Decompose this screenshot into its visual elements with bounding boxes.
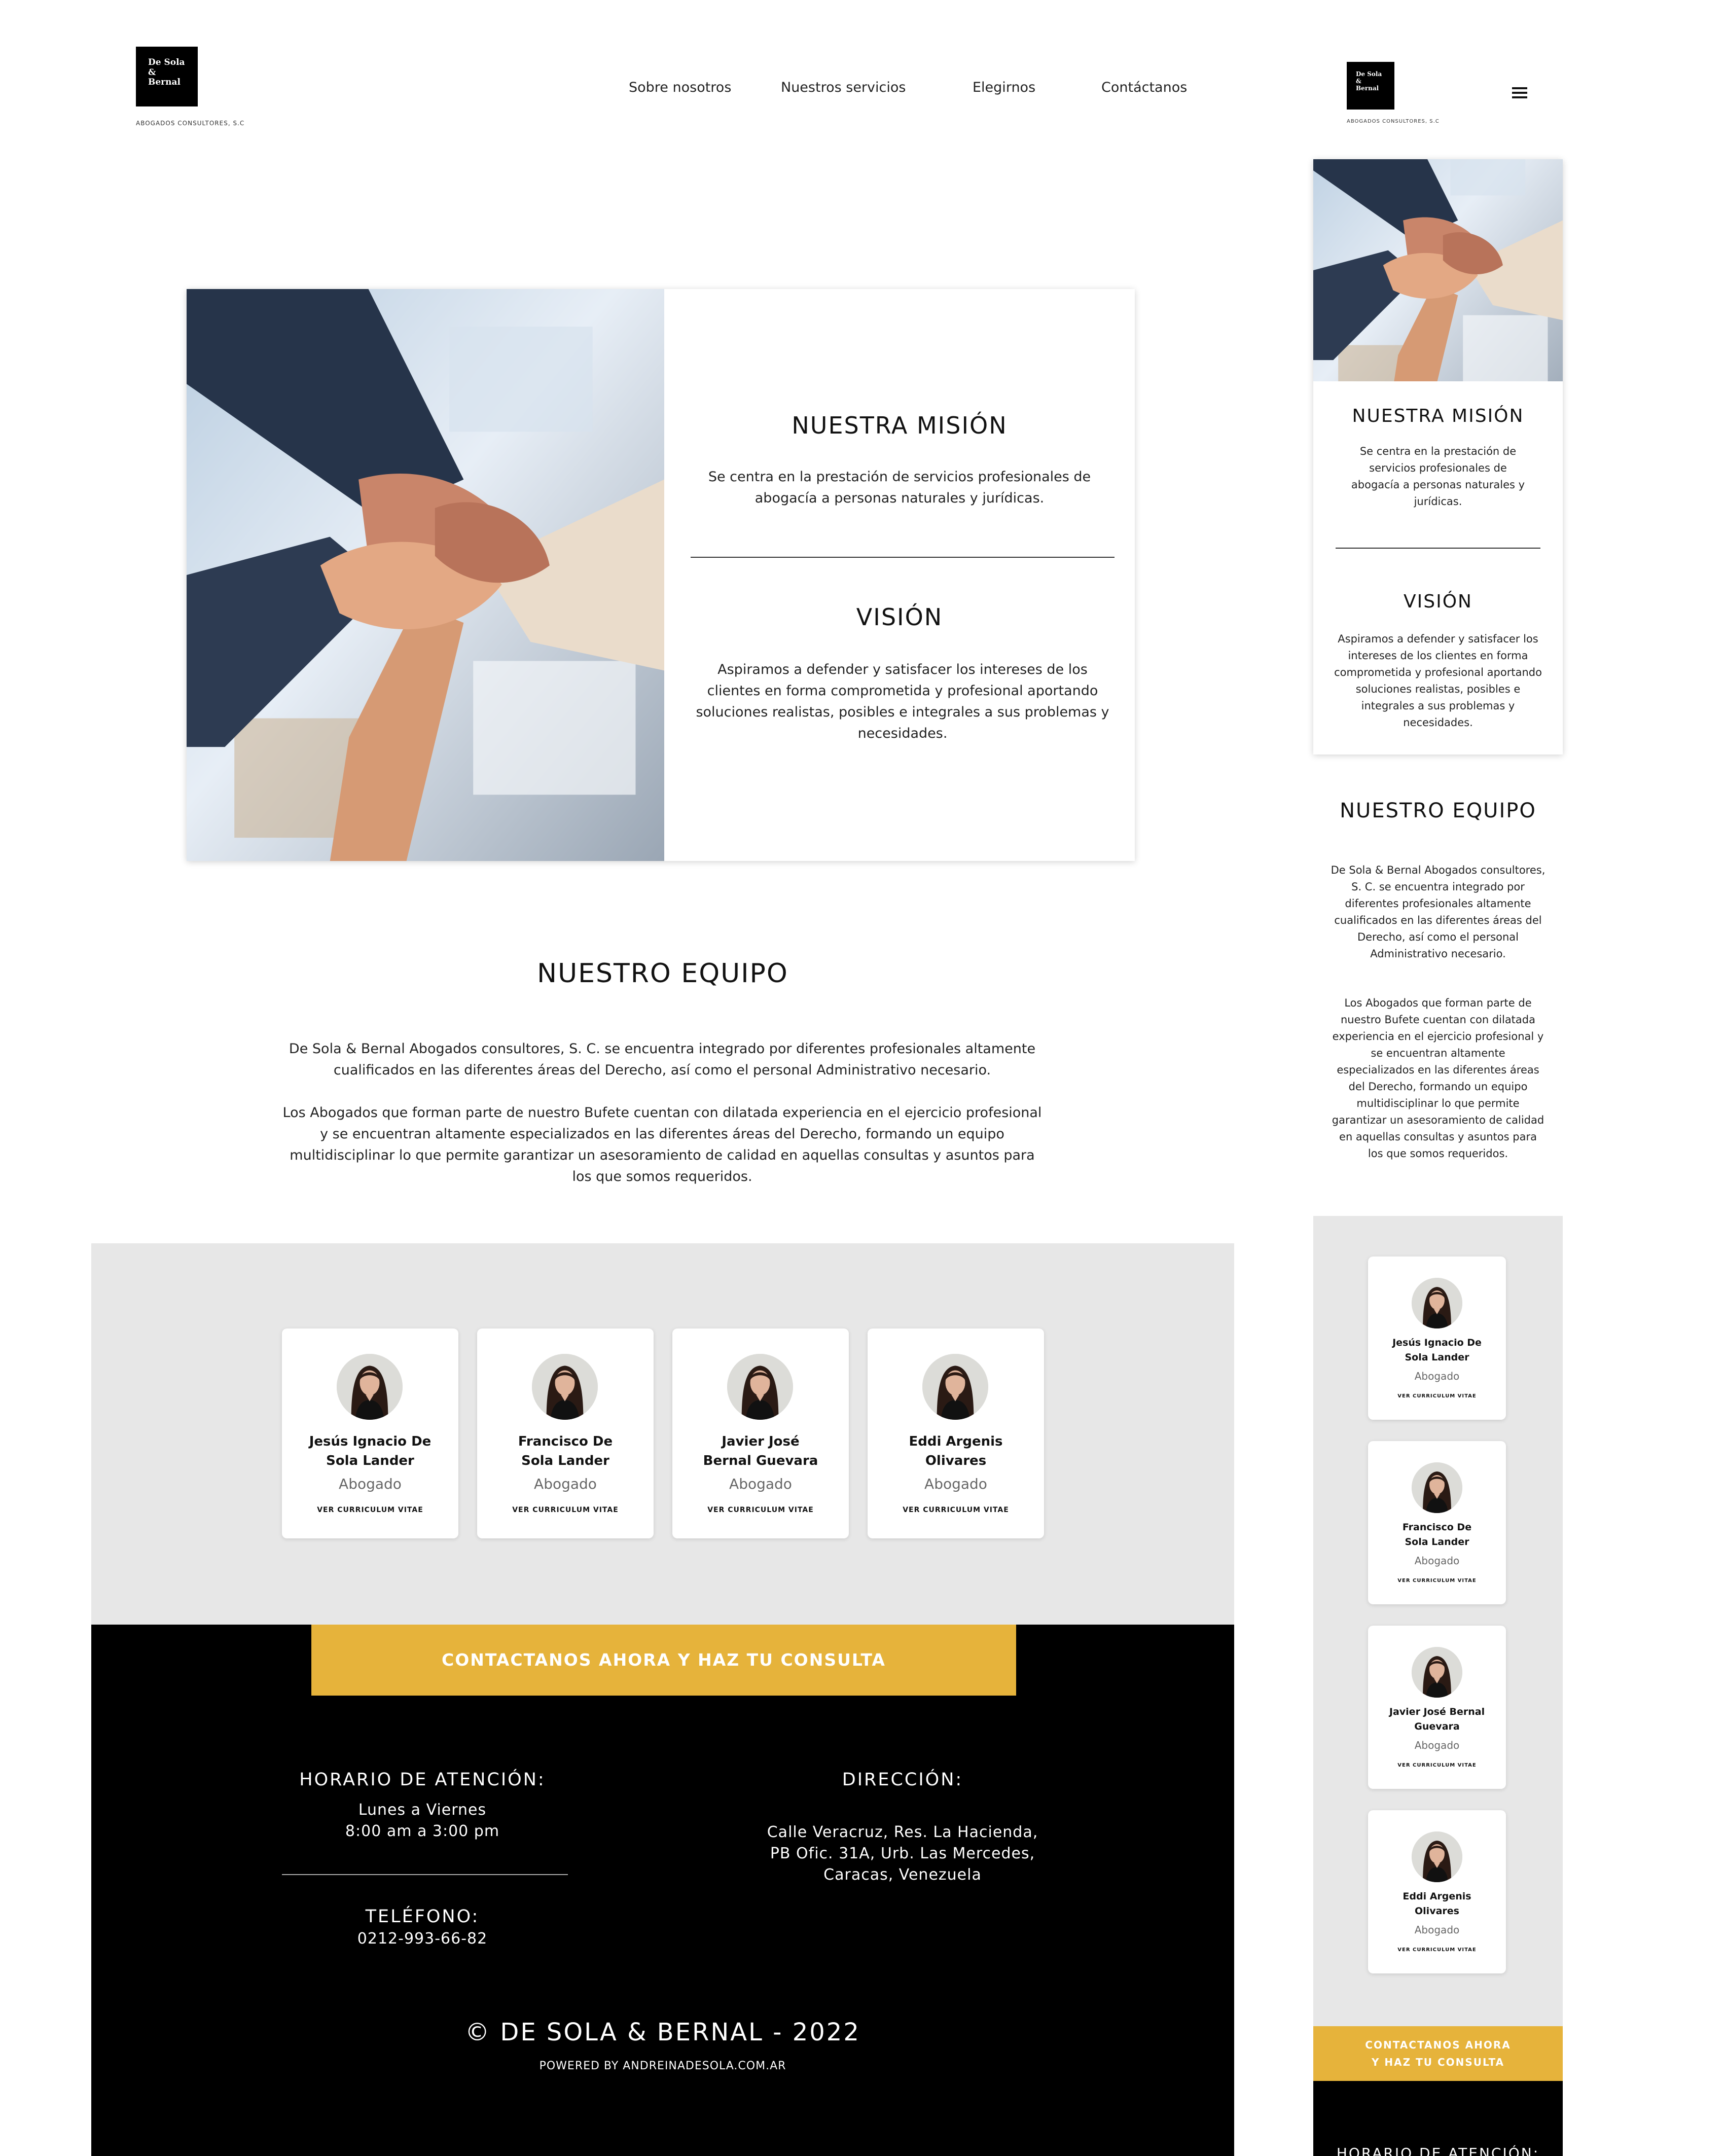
member-card: Jesús Ignacio De Sola Lander Abogado VER… [282,1328,458,1538]
phone-number: 0212-993-66-82 [357,1930,488,1948]
mobile-cta-line-2: Y HAZ TU CONSULTA [1371,2056,1505,2068]
view-cv-link[interactable]: VER CURRICULUM VITAE [282,1506,458,1514]
member-role: Abogado [1414,1924,1460,1936]
member-name: Francisco De Sola Lander [1402,1522,1472,1548]
member-avatar [922,1354,988,1420]
footer-divider [282,1874,568,1875]
member-name: Jesús Ignacio De Sola Lander [1392,1337,1482,1363]
mobile-logo[interactable]: De Sola & Bernal [1347,62,1394,110]
member-name: Eddi Argenis Olivares [909,1434,1003,1468]
logo-line-3: Bernal [1356,84,1379,92]
nav-contactanos[interactable]: Contáctanos [1101,80,1187,95]
address-line-3: Caracas, Venezuela [823,1866,982,1884]
phone-title: TELÉFONO: [365,1907,480,1927]
nav-elegirnos[interactable]: Elegirnos [973,80,1035,95]
member-role: Abogado [924,1476,987,1492]
mobile-mission-card: NUESTRA MISIÓN Se centra en la prestació… [1313,159,1563,754]
mission-title: NUESTRA MISIÓN [792,412,1008,439]
nav-sobre-nosotros[interactable]: Sobre nosotros [629,80,731,95]
desktop-footer [91,1625,1234,2156]
copyright: © DE SOLA & BERNAL - 2022 [465,2018,860,2046]
view-cv-link[interactable]: VER CURRICULUM VITAE [1368,1393,1506,1399]
teamwork-hands-photo [187,289,664,861]
member-avatar [1412,1278,1462,1328]
mobile-member-card: Eddi Argenis Olivares Abogado VER CURRIC… [1368,1810,1506,1973]
member-avatar [1412,1647,1462,1698]
member-avatar [532,1354,598,1420]
mobile-teamwork-photo [1313,159,1563,381]
mobile-footer: HORARIO DE ATENCIÓN: [1313,2081,1563,2156]
hours-time: 8:00 am a 3:00 pm [345,1822,500,1840]
mobile-team-paragraph-2: Los Abogados que forman parte de nuestro… [1332,997,1544,1160]
powered-by-link[interactable]: POWERED BY ANDREINADESOLA.COM.AR [91,2060,1234,2072]
mobile-member-card: Francisco De Sola Lander Abogado VER CUR… [1368,1441,1506,1604]
mobile-member-card: Javier José Bernal Guevara Abogado VER C… [1368,1626,1506,1789]
member-role: Abogado [1414,1370,1460,1382]
logo-line-2: & [1356,77,1361,85]
member-avatar [1412,1831,1462,1882]
desktop-logo[interactable]: De Sola & Bernal [136,47,198,106]
mobile-vision-title: VISIÓN [1404,591,1472,612]
member-role: Abogado [534,1476,597,1492]
view-cv-link[interactable]: VER CURRICULUM VITAE [868,1506,1044,1514]
mission-divider [691,557,1115,558]
logo-tagline: ABOGADOS CONSULTORES, S.C [136,120,245,127]
view-cv-link[interactable]: VER CURRICULUM VITAE [1368,1947,1506,1953]
mobile-cta-line-1: CONTACTANOS AHORA [1365,2039,1511,2051]
mobile-member-card: Jesús Ignacio De Sola Lander Abogado VER… [1368,1256,1506,1420]
address-line-2: PB Ofic. 31A, Urb. Las Mercedes, [770,1845,1035,1862]
member-avatar [337,1354,403,1420]
vision-title: VISIÓN [856,603,943,631]
member-role: Abogado [729,1476,792,1492]
mobile-team-paragraph-1: De Sola & Bernal Abogados consultores, S… [1331,864,1546,960]
logo-line-2: & [148,67,156,78]
logo-line-1: De Sola [148,57,185,67]
mobile-mission-text: Se centra en la prestación de servicios … [1351,445,1525,508]
team-members-band [91,1243,1234,1625]
nav-nuestros-servicios[interactable]: Nuestros servicios [781,80,906,95]
hours-title: HORARIO DE ATENCIÓN: [299,1770,546,1790]
mobile-mission-title: NUESTRA MISIÓN [1352,406,1524,426]
logo-line-1: De Sola [1356,70,1382,78]
team-paragraph-1: De Sola & Bernal Abogados consultores, S… [289,1041,1036,1078]
mobile-vision-text: Aspiramos a defender y satisfacer los in… [1334,633,1542,729]
logo-line-3: Bernal [148,77,181,88]
mobile-mission-divider [1336,548,1540,549]
view-cv-link[interactable]: VER CURRICULUM VITAE [1368,1578,1506,1584]
member-avatar [1412,1462,1462,1513]
member-role: Abogado [1414,1555,1460,1567]
team-paragraph-2: Los Abogados que forman parte de nuestro… [282,1105,1042,1184]
member-name: Javier José Bernal Guevara [1389,1706,1485,1732]
address-line-1: Calle Veracruz, Res. La Hacienda, [767,1823,1038,1841]
address-title: DIRECCIÓN: [842,1770,963,1790]
vision-text: Aspiramos a defender y satisfacer los in… [696,662,1109,741]
mobile-team-title: NUESTRO EQUIPO [1340,799,1536,822]
hamburger-icon[interactable] [1512,87,1527,98]
cta-button[interactable]: CONTACTANOS AHORA Y HAZ TU CONSULTA [311,1625,1016,1696]
member-role: Abogado [339,1476,402,1492]
member-role: Abogado [1414,1739,1460,1751]
member-name: Francisco De Sola Lander [518,1434,613,1468]
hours-days: Lunes a Viernes [358,1801,487,1819]
mission-vision-card: NUESTRA MISIÓN Se centra en la prestació… [187,289,1135,861]
member-card: Francisco De Sola Lander Abogado VER CUR… [477,1328,654,1538]
member-card: Javier José Bernal Guevara Abogado VER C… [672,1328,849,1538]
mission-text: Se centra en la prestación de servicios … [708,469,1091,506]
member-name: Javier José Bernal Guevara [703,1434,818,1468]
view-cv-link[interactable]: VER CURRICULUM VITAE [1368,1763,1506,1768]
mobile-logo-tagline: ABOGADOS CONSULTORES, S.C [1347,119,1440,124]
team-title: NUESTRO EQUIPO [537,958,788,989]
view-cv-link[interactable]: VER CURRICULUM VITAE [477,1506,654,1514]
mobile-hours-title: HORARIO DE ATENCIÓN: [1336,2145,1540,2156]
view-cv-link[interactable]: VER CURRICULUM VITAE [672,1506,849,1514]
member-name: Eddi Argenis Olivares [1403,1891,1471,1917]
member-name: Jesús Ignacio De Sola Lander [309,1434,432,1468]
mobile-cta-button[interactable]: CONTACTANOS AHORA Y HAZ TU CONSULTA [1313,2026,1563,2081]
member-avatar [727,1354,793,1420]
member-card: Eddi Argenis Olivares Abogado VER CURRIC… [868,1328,1044,1538]
